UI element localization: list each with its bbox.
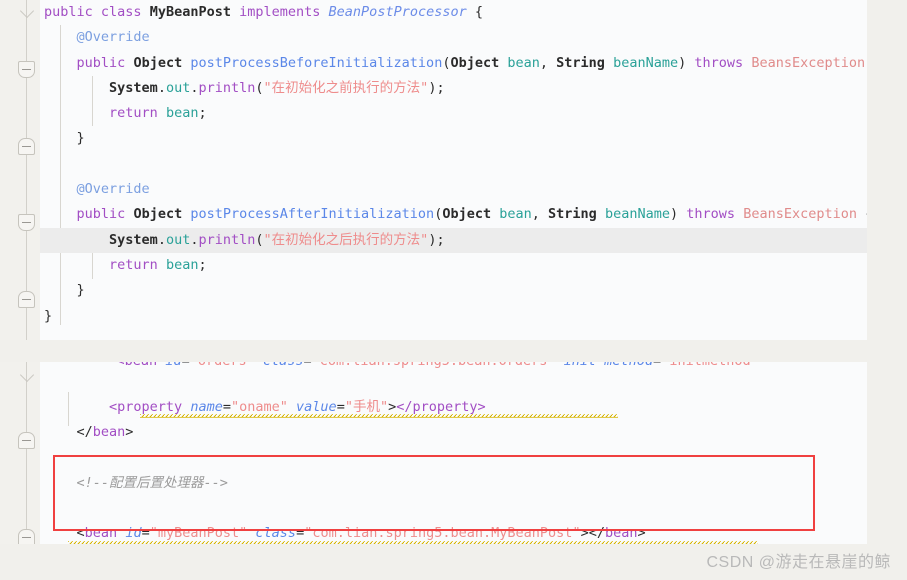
attr-name-value: "oname" <box>230 399 288 415</box>
param-bean-name: beanName <box>604 206 670 223</box>
xml-line-blank-2[interactable] <box>40 496 867 521</box>
attr-name: name <box>190 399 223 415</box>
keyword-public: public <box>44 4 93 20</box>
param-bean-name: beanName <box>613 54 679 71</box>
gutter-vertical-line <box>26 0 27 340</box>
method-name-after-init: postProcessAfterInitialization <box>190 206 435 223</box>
type-string: String <box>556 54 605 71</box>
xml-line-bean-mybeanpost[interactable]: <bean id="myBeanPost" class="com.lian.sp… <box>40 521 867 544</box>
string-literal-before: "在初始化之前执行的方法" <box>263 79 429 96</box>
xml-code-lines[interactable]: <bean id="orders" class="com.lian.spring… <box>40 362 867 544</box>
code-line-6[interactable]: } <box>40 126 867 151</box>
method-name-before-init: postProcessBeforeInitialization <box>190 54 443 71</box>
java-code-editor[interactable]: public class MyBeanPost implements BeanP… <box>0 0 867 340</box>
println-call: println <box>198 79 256 96</box>
param-bean: bean <box>507 54 540 71</box>
code-line-2[interactable]: @Override <box>40 25 867 50</box>
java-code-lines[interactable]: public class MyBeanPost implements BeanP… <box>40 0 867 329</box>
println-call: println <box>198 231 256 248</box>
code-line-8[interactable]: @Override <box>40 177 867 202</box>
xml-warning-squiggle <box>140 414 618 419</box>
bean-class-value: "com.lian.spring5.bean.MyBeanPost" <box>304 525 581 542</box>
code-line-9[interactable]: public Object postProcessAfterInitializa… <box>40 202 867 227</box>
keyword-throws: throws <box>694 54 744 71</box>
xml-code-editor[interactable]: <bean id="orders" class="com.lian.spring… <box>0 362 867 544</box>
system-class: System <box>109 79 158 96</box>
xml-editor-gutter[interactable] <box>0 362 40 544</box>
csdn-watermark: CSDN @游走在悬崖的鲸 <box>706 554 891 571</box>
code-line-5[interactable]: return bean; <box>40 101 867 126</box>
keyword-throws: throws <box>686 206 736 223</box>
xml-line-bean-close[interactable]: </bean> <box>40 420 867 445</box>
override-annotation: @Override <box>76 29 150 46</box>
return-bean: bean <box>165 256 199 273</box>
code-line-3[interactable]: public Object postProcessBeforeInitializ… <box>40 51 867 76</box>
override-annotation: @Override <box>76 181 150 198</box>
exception-type: BeansException <box>743 206 857 223</box>
code-line-10-highlighted[interactable]: System.out.println("在初始化之后执行的方法"); <box>40 227 867 253</box>
xml-line-blank-1[interactable] <box>40 446 867 471</box>
code-line-12[interactable]: } <box>40 278 867 303</box>
tag-bean-open: bean <box>84 525 118 542</box>
type-object: Object <box>133 206 183 223</box>
attr-value: value <box>296 399 337 415</box>
return-bean: bean <box>165 105 199 122</box>
string-literal-after: "在初始化之后执行的方法" <box>263 231 429 248</box>
fold-expand-icon-beans-end[interactable] <box>18 529 35 544</box>
fold-region-start-chevron-icon <box>19 3 35 19</box>
tag-property-close: </property> <box>396 399 486 415</box>
keyword-return: return <box>109 256 158 273</box>
fold-expand-icon-method-after-end[interactable] <box>18 291 35 308</box>
exception-type: BeansException <box>751 54 866 71</box>
keyword-return: return <box>109 105 158 122</box>
xml-comment: <!--配置后置处理器--> <box>76 474 228 491</box>
code-line-13[interactable]: } <box>40 304 867 329</box>
xml-clipped-top-line: <bean id="orders" class="com.lian.spring… <box>84 362 759 374</box>
code-line-4[interactable]: System.out.println("在初始化之前执行的方法"); <box>40 76 867 101</box>
fold-expand-icon-bean-end[interactable] <box>18 432 35 449</box>
type-object: Object <box>442 206 492 223</box>
attr-value-value: "手机" <box>344 399 389 415</box>
java-interface-name: BeanPostProcessor <box>328 4 467 20</box>
tag-bean-close: bean <box>92 424 126 441</box>
code-line-11[interactable]: return bean; <box>40 253 867 278</box>
fold-region-start-chevron-icon <box>19 367 35 383</box>
type-string: String <box>548 206 597 223</box>
keyword-implements: implements <box>239 4 321 20</box>
tag-bean-close: bean <box>604 525 638 542</box>
attr-id: id <box>125 525 142 542</box>
attr-class: class <box>255 525 297 542</box>
code-line-1[interactable]: public class MyBeanPost implements BeanP… <box>40 0 867 25</box>
fold-expand-icon-method-before-end[interactable] <box>18 138 35 155</box>
java-class-name: MyBeanPost <box>149 4 231 20</box>
keyword-public: public <box>76 206 126 223</box>
keyword-public: public <box>76 54 126 71</box>
param-bean: bean <box>499 206 532 223</box>
system-out-field: out <box>165 79 191 96</box>
xml-line-comment[interactable]: <!--配置后置处理器--> <box>40 471 867 496</box>
system-out-field: out <box>165 231 191 248</box>
java-editor-gutter[interactable] <box>0 0 40 340</box>
xml-line-property[interactable]: <property name="oname" value="手机"></prop… <box>40 395 867 420</box>
code-line-7[interactable] <box>40 152 867 177</box>
fold-collapse-icon-method-before[interactable] <box>18 61 35 78</box>
type-object: Object <box>133 54 183 71</box>
tag-property-open: <property <box>109 399 183 415</box>
system-class: System <box>109 231 158 248</box>
bean-id-value: "myBeanPost" <box>149 525 248 542</box>
fold-collapse-icon-method-after[interactable] <box>18 214 35 231</box>
right-margin <box>867 0 907 580</box>
gutter-vertical-line <box>26 362 27 544</box>
type-object: Object <box>450 54 500 71</box>
xml-warning-squiggle <box>68 540 758 544</box>
keyword-class: class <box>100 4 142 20</box>
